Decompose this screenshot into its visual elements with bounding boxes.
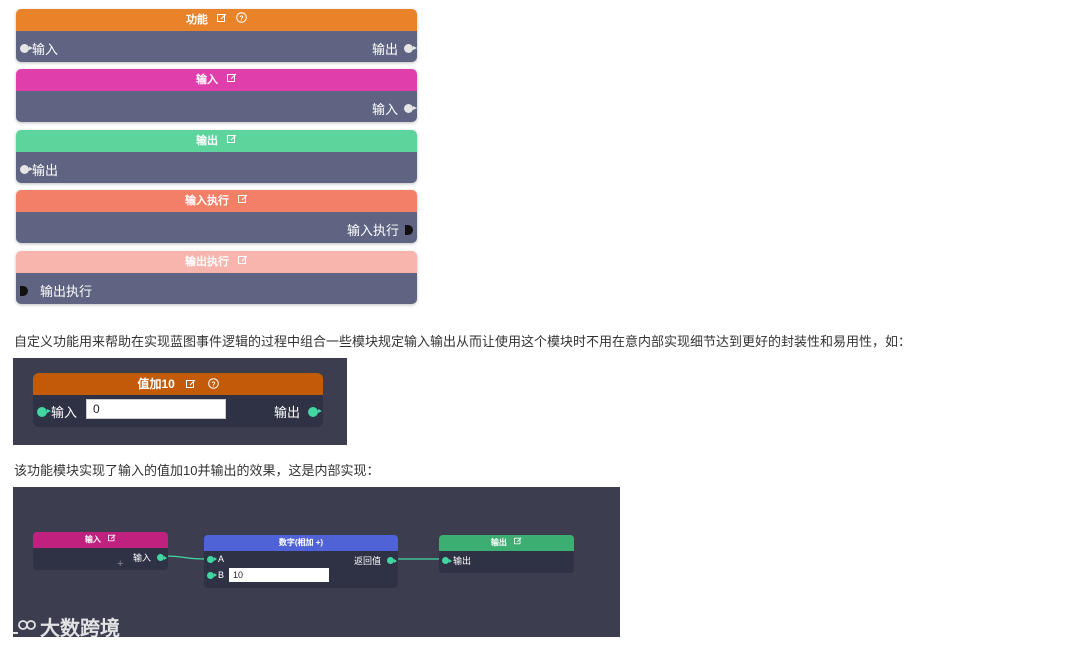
function-node-header[interactable]: 功能 ? <box>16 9 417 31</box>
pin-a[interactable]: A <box>207 554 224 564</box>
input-pin-label: 输入 <box>51 405 78 420</box>
impl-add-node-title: 数字(相加 +) <box>278 538 324 547</box>
output-node[interactable]: 输出 输出 <box>16 130 417 183</box>
impl-input-node-body: 输入 + <box>33 548 168 570</box>
input-exec-node-header[interactable]: 输入执行 <box>16 190 417 212</box>
impl-input-node[interactable]: 输入 输入 + <box>33 532 168 570</box>
output-pin[interactable]: 输出 <box>371 39 417 58</box>
example-canvas: 值加10 ? 输入 0 输出 <box>13 358 347 445</box>
edit-icon[interactable] <box>186 374 196 396</box>
svg-text:?: ? <box>239 15 243 22</box>
input-pin-label: 输入 <box>32 42 59 57</box>
pin-b[interactable]: B <box>207 570 224 580</box>
impl-add-node-header[interactable]: 数字(相加 +) <box>204 535 398 551</box>
output-pin[interactable]: 输出 <box>273 402 322 421</box>
input-pin-label: 输出 <box>32 163 59 178</box>
watermark-logo-icon <box>10 619 36 634</box>
edit-icon[interactable] <box>217 9 227 31</box>
output-exec-node-title: 输出执行 <box>184 256 229 268</box>
add10-node-body: 输入 0 输出 <box>33 395 323 427</box>
edit-icon[interactable] <box>514 535 522 551</box>
output-exec-node-body: 输出执行 <box>16 273 417 304</box>
add10-node-title: 值加10 <box>137 377 175 391</box>
input-pin-label: 输出 <box>453 556 472 566</box>
exec-output-pin[interactable]: 输入执行 <box>347 220 413 239</box>
edit-icon[interactable] <box>227 69 237 91</box>
edit-icon[interactable] <box>108 532 116 548</box>
watermark: 大数跨境 <box>8 612 120 641</box>
pin-dot-icon[interactable] <box>20 165 33 174</box>
input-node-header[interactable]: 输入 <box>16 69 417 91</box>
output-exec-node[interactable]: 输出执行 输出执行 <box>16 251 417 304</box>
pin-dot-icon[interactable] <box>37 406 51 417</box>
output-node-header[interactable]: 输出 <box>16 130 417 152</box>
explanation-text: 该功能模块实现了输入的值加10并输出的效果，这是内部实现： <box>14 463 380 478</box>
function-node-title: 功能 <box>185 14 208 26</box>
exec-pin-icon[interactable] <box>405 224 413 235</box>
description-text: 自定义功能用来帮助在实现蓝图事件逻辑的过程中组合一些模块规定输入输出从而让使用这… <box>14 334 912 349</box>
input-node-body: 输入 <box>16 91 417 122</box>
impl-add-node-body: A B 10 返回值 <box>204 551 398 588</box>
pin-a-label: A <box>218 554 225 564</box>
help-icon[interactable]: ? <box>207 374 219 396</box>
exec-output-pin-label: 输入执行 <box>346 223 399 238</box>
add10-node-header[interactable]: 值加10 ? <box>33 373 323 395</box>
function-node-body: 输入 输出 <box>16 31 417 62</box>
function-node[interactable]: 功能 ? 输入 输出 <box>16 9 417 62</box>
output-pin-label: 输出 <box>371 42 398 57</box>
pin-dot-icon[interactable] <box>20 44 33 53</box>
pin-dot-icon[interactable] <box>157 554 167 561</box>
output-pin-label: 输入 <box>132 553 151 563</box>
exec-input-pin[interactable]: 输出执行 <box>20 281 92 300</box>
pin-dot-icon[interactable] <box>207 571 217 579</box>
edit-icon[interactable] <box>238 251 248 273</box>
input-value-field[interactable]: 0 <box>86 399 226 419</box>
return-pin[interactable]: 返回值 <box>353 554 397 567</box>
pin-dot-icon[interactable] <box>404 104 417 113</box>
pin-dot-icon[interactable] <box>404 44 417 53</box>
svg-text:?: ? <box>211 381 215 388</box>
wire-input-to-a <box>162 555 207 560</box>
impl-output-node[interactable]: 输出 输出 <box>439 535 574 573</box>
impl-input-node-title: 输入 <box>84 535 101 545</box>
output-node-title: 输出 <box>195 135 218 147</box>
output-exec-node-header[interactable]: 输出执行 <box>16 251 417 273</box>
add-pin-icon[interactable]: + <box>117 559 123 570</box>
input-pin[interactable]: 输出 <box>20 160 58 179</box>
pin-dot-icon[interactable] <box>308 406 322 417</box>
help-icon[interactable]: ? <box>236 9 247 31</box>
input-node-title: 输入 <box>195 74 218 86</box>
input-pin[interactable]: 输入 <box>20 39 58 58</box>
input-exec-node[interactable]: 输入执行 输入执行 <box>16 190 417 243</box>
exec-pin-icon[interactable] <box>20 285 28 296</box>
watermark-text: 大数跨境 <box>40 618 120 640</box>
input-pin[interactable]: 输出 <box>442 554 471 567</box>
impl-output-node-header[interactable]: 输出 <box>439 535 574 551</box>
input-pin[interactable]: 输入 <box>37 402 77 421</box>
input-node[interactable]: 输入 输入 <box>16 69 417 122</box>
return-pin-label: 返回值 <box>353 556 381 566</box>
output-pin-label: 输入 <box>371 102 398 117</box>
pin-b-value-field[interactable]: 10 <box>229 568 329 582</box>
output-pin[interactable]: 输入 <box>132 551 167 564</box>
pin-b-label: B <box>218 570 225 580</box>
impl-output-node-title: 输出 <box>490 538 507 548</box>
impl-output-node-body: 输出 <box>439 551 574 573</box>
edit-icon[interactable] <box>238 190 248 212</box>
impl-input-node-header[interactable]: 输入 <box>33 532 168 548</box>
pin-dot-icon[interactable] <box>442 557 452 564</box>
impl-add-node[interactable]: 数字(相加 +) A B 10 返回值 <box>204 535 398 588</box>
add10-node[interactable]: 值加10 ? 输入 0 输出 <box>33 373 323 427</box>
output-pin[interactable]: 输入 <box>371 99 417 118</box>
edit-icon[interactable] <box>227 130 237 152</box>
output-node-body: 输出 <box>16 152 417 183</box>
exec-input-pin-label: 输出执行 <box>40 284 93 299</box>
input-exec-node-title: 输入执行 <box>184 195 229 207</box>
output-pin-label: 输出 <box>273 405 300 420</box>
input-exec-node-body: 输入执行 <box>16 212 417 243</box>
pin-dot-icon[interactable] <box>387 557 397 564</box>
pin-dot-icon[interactable] <box>207 555 217 563</box>
